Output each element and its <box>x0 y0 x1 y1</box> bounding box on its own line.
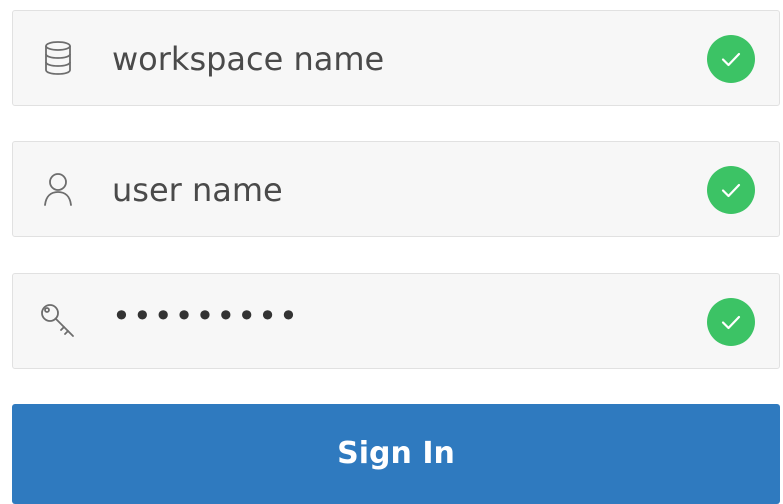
key-icon <box>40 303 76 339</box>
check-icon <box>707 35 755 83</box>
workspace-input[interactable]: workspace name <box>112 11 384 107</box>
username-input[interactable]: user name <box>112 142 283 238</box>
database-icon <box>40 40 76 76</box>
password-input[interactable]: ••••••••• <box>112 268 300 364</box>
check-icon <box>707 298 755 346</box>
username-field[interactable]: user name <box>12 141 780 237</box>
user-icon <box>40 171 76 207</box>
workspace-field[interactable]: workspace name <box>12 10 780 106</box>
password-field[interactable]: ••••••••• <box>12 273 780 369</box>
check-icon <box>707 166 755 214</box>
sign-in-button[interactable]: Sign In <box>12 404 780 504</box>
